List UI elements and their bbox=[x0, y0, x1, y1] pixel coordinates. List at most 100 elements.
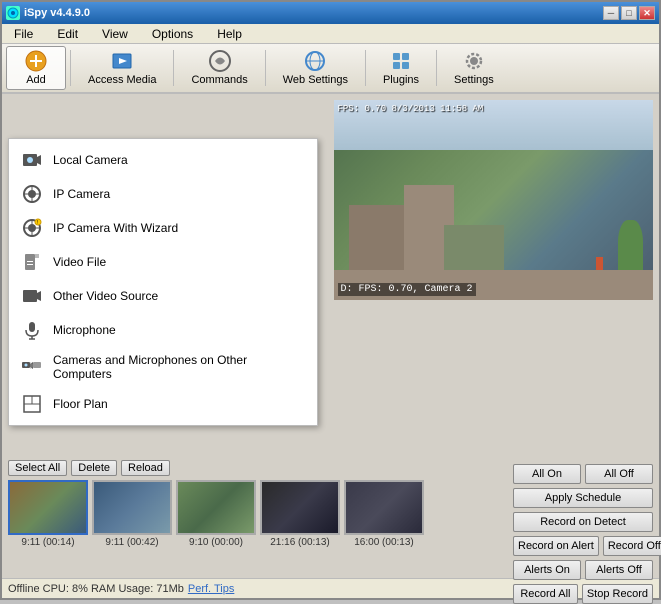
toolbar-sep-1 bbox=[70, 50, 71, 86]
menu-microphone[interactable]: Microphone bbox=[9, 313, 317, 347]
side-btn-row-1: All On All Off bbox=[513, 464, 653, 484]
video-label: D: FPS: 0.70, Camera 2 bbox=[338, 283, 476, 296]
side-btn-row-2: Apply Schedule bbox=[513, 488, 653, 508]
cam-thumb-img-2 bbox=[92, 480, 172, 535]
floor-plan-label: Floor Plan bbox=[53, 397, 108, 411]
other-video-label: Other Video Source bbox=[53, 289, 158, 303]
toolbar-web-settings-button[interactable]: Web Settings bbox=[270, 46, 361, 90]
cam-thumb-label-3: 9:10 (00:00) bbox=[176, 537, 256, 548]
toolbar: Add Access Media Commands bbox=[2, 44, 659, 94]
cameras-other-label: Cameras and Microphones on Other Compute… bbox=[53, 353, 305, 381]
menu-view[interactable]: View bbox=[94, 25, 136, 43]
delete-button[interactable]: Delete bbox=[71, 460, 117, 476]
maximize-button[interactable]: □ bbox=[621, 6, 637, 20]
app-icon bbox=[6, 6, 20, 20]
video-file-icon bbox=[21, 251, 43, 273]
menu-file[interactable]: File bbox=[6, 25, 41, 43]
cam-thumb-label-1: 9:11 (00:14) bbox=[8, 537, 88, 548]
video-panel[interactable]: FPS: 0.70 8/3/2013 11:58 AM D: FPS: 0.70… bbox=[334, 100, 654, 300]
cam-thumb-3[interactable]: 9:10 (00:00) bbox=[176, 480, 256, 576]
menu-video-file[interactable]: Video File bbox=[9, 245, 317, 279]
all-off-button[interactable]: All Off bbox=[585, 464, 653, 484]
menu-floor-plan[interactable]: Floor Plan bbox=[9, 387, 317, 421]
main-window: iSpy v4.4.9.0 ─ □ ✕ File Edit View Optio… bbox=[0, 0, 661, 600]
ip-camera-label: IP Camera bbox=[53, 187, 110, 201]
plugins-icon bbox=[389, 50, 413, 72]
menu-local-camera[interactable]: Local Camera bbox=[9, 143, 317, 177]
status-text: Offline CPU: 8% RAM Usage: 71Mb bbox=[8, 583, 184, 595]
menu-edit[interactable]: Edit bbox=[49, 25, 86, 43]
stop-record-button[interactable]: Stop Record bbox=[582, 584, 653, 604]
toolbar-commands-label: Commands bbox=[191, 74, 247, 86]
toolbar-sep-5 bbox=[436, 50, 437, 86]
record-on-detect-button[interactable]: Record on Detect bbox=[513, 512, 653, 532]
camera-bar: Select All Delete Reload 9:11 (00:14) 9:… bbox=[8, 460, 507, 576]
cam-thumb-1[interactable]: 9:11 (00:14) bbox=[8, 480, 88, 576]
svg-text:!: ! bbox=[37, 220, 38, 226]
access-media-icon bbox=[110, 50, 134, 72]
cam-thumb-img-1 bbox=[8, 480, 88, 535]
close-button[interactable]: ✕ bbox=[639, 6, 655, 20]
commands-icon bbox=[208, 50, 232, 72]
ip-camera-wizard-icon: ! bbox=[21, 217, 43, 239]
cam-thumb-4[interactable]: 21:16 (00:13) bbox=[260, 480, 340, 576]
menu-cameras-other[interactable]: Cameras and Microphones on Other Compute… bbox=[9, 347, 317, 387]
settings-icon bbox=[462, 50, 486, 72]
ip-camera-icon bbox=[21, 183, 43, 205]
toolbar-settings-button[interactable]: Settings bbox=[441, 46, 507, 90]
toolbar-commands-button[interactable]: Commands bbox=[178, 46, 260, 90]
minimize-button[interactable]: ─ bbox=[603, 6, 619, 20]
microphone-label: Microphone bbox=[53, 323, 116, 337]
other-video-icon bbox=[21, 285, 43, 307]
toolbar-sep-4 bbox=[365, 50, 366, 86]
side-buttons-panel: All On All Off Apply Schedule Record on … bbox=[513, 460, 653, 576]
record-all-button[interactable]: Record All bbox=[513, 584, 578, 604]
add-dropdown-menu: Local Camera IP Camera bbox=[8, 138, 318, 426]
menu-help[interactable]: Help bbox=[209, 25, 250, 43]
cam-thumb-img-4 bbox=[260, 480, 340, 535]
side-btn-row-3: Record on Detect bbox=[513, 512, 653, 532]
menu-other-video[interactable]: Other Video Source bbox=[9, 279, 317, 313]
main-area: Local Camera IP Camera bbox=[2, 94, 659, 578]
scene-building-right bbox=[444, 225, 504, 275]
all-on-button[interactable]: All On bbox=[513, 464, 581, 484]
toolbar-add-button[interactable]: Add bbox=[6, 46, 66, 90]
perf-tips-link[interactable]: Perf. Tips bbox=[188, 583, 234, 595]
record-on-alert-button[interactable]: Record on Alert bbox=[513, 536, 599, 556]
cam-thumb-2[interactable]: 9:11 (00:42) bbox=[92, 480, 172, 576]
microphone-icon bbox=[21, 319, 43, 341]
toolbar-access-media-button[interactable]: Access Media bbox=[75, 46, 169, 90]
cameras-other-icon bbox=[21, 356, 43, 378]
menu-ip-camera[interactable]: IP Camera bbox=[9, 177, 317, 211]
video-feed: FPS: 0.70 8/3/2013 11:58 AM D: FPS: 0.70… bbox=[334, 100, 654, 300]
alerts-on-button[interactable]: Alerts On bbox=[513, 560, 581, 580]
toolbar-settings-label: Settings bbox=[454, 74, 494, 86]
video-overlay-text: FPS: 0.70 8/3/2013 11:58 AM bbox=[338, 104, 484, 114]
web-settings-icon bbox=[303, 50, 327, 72]
cam-thumb-img-5 bbox=[344, 480, 424, 535]
cam-thumb-5[interactable]: 16:00 (00:13) bbox=[344, 480, 424, 576]
apply-schedule-button[interactable]: Apply Schedule bbox=[513, 488, 653, 508]
reload-button[interactable]: Reload bbox=[121, 460, 170, 476]
scene-tree-right bbox=[618, 220, 643, 275]
menu-bar: File Edit View Options Help bbox=[2, 24, 659, 44]
record-off-button[interactable]: Record Off bbox=[603, 536, 661, 556]
video-file-label: Video File bbox=[53, 255, 106, 269]
side-btn-row-4: Record on Alert Record Off bbox=[513, 536, 653, 556]
menu-ip-camera-wizard[interactable]: ! IP Camera With Wizard bbox=[9, 211, 317, 245]
toolbar-sep-3 bbox=[265, 50, 266, 86]
side-btn-row-6: Record All Stop Record bbox=[513, 584, 653, 604]
toolbar-plugins-button[interactable]: Plugins bbox=[370, 46, 432, 90]
window-title: iSpy v4.4.9.0 bbox=[24, 7, 90, 19]
ip-camera-wizard-label: IP Camera With Wizard bbox=[53, 221, 178, 235]
cam-thumb-label-5: 16:00 (00:13) bbox=[344, 537, 424, 548]
toolbar-add-label: Add bbox=[26, 74, 46, 86]
toolbar-web-settings-label: Web Settings bbox=[283, 74, 348, 86]
add-icon bbox=[24, 50, 48, 72]
floor-plan-icon bbox=[21, 393, 43, 415]
alerts-off-button[interactable]: Alerts Off bbox=[585, 560, 653, 580]
toolbar-access-media-label: Access Media bbox=[88, 74, 156, 86]
select-all-button[interactable]: Select All bbox=[8, 460, 67, 476]
menu-options[interactable]: Options bbox=[144, 25, 201, 43]
camera-controls: Select All Delete Reload bbox=[8, 460, 507, 476]
